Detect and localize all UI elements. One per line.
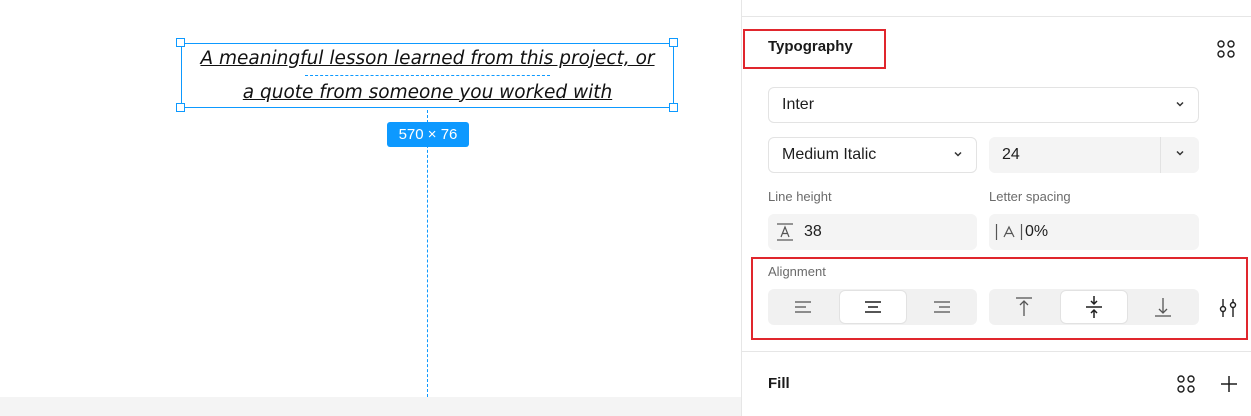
resize-handle-top-right[interactable] bbox=[669, 38, 678, 47]
font-size-dropdown-icon[interactable] bbox=[1175, 147, 1185, 161]
divider bbox=[742, 351, 1251, 352]
horizontal-alignment-group bbox=[768, 289, 977, 325]
divider bbox=[1160, 137, 1161, 173]
align-bottom-button[interactable] bbox=[1130, 290, 1196, 324]
font-family-select[interactable]: Inter bbox=[768, 87, 1199, 123]
align-center-button[interactable] bbox=[839, 290, 907, 324]
text-settings-icon[interactable] bbox=[1216, 296, 1240, 320]
text-styles-icon[interactable] bbox=[1214, 37, 1238, 61]
align-right-button[interactable] bbox=[909, 290, 975, 324]
color-styles-icon[interactable] bbox=[1174, 372, 1198, 396]
align-top-button[interactable] bbox=[991, 290, 1057, 324]
line-height-icon bbox=[776, 222, 794, 242]
resize-handle-top-left[interactable] bbox=[176, 38, 185, 47]
center-guide-line bbox=[427, 110, 428, 397]
font-style-select[interactable]: Medium Italic bbox=[768, 137, 977, 173]
align-middle-button[interactable] bbox=[1060, 290, 1128, 324]
line-height-label: Line height bbox=[768, 189, 832, 204]
properties-panel: Typography Inter Medium Italic 24 Line h… bbox=[741, 0, 1251, 416]
align-left-button[interactable] bbox=[770, 290, 836, 324]
font-size-input[interactable]: 24 bbox=[989, 137, 1199, 173]
letter-spacing-label: Letter spacing bbox=[989, 189, 1071, 204]
chevron-down-icon bbox=[953, 148, 963, 162]
resize-handle-bottom-right[interactable] bbox=[669, 103, 678, 112]
typography-title: Typography bbox=[768, 38, 853, 55]
font-size-value: 24 bbox=[1002, 146, 1020, 163]
chevron-down-icon bbox=[1175, 98, 1185, 112]
canvas-scroll-area bbox=[0, 397, 741, 416]
selection-box[interactable] bbox=[181, 43, 674, 108]
resize-handle-bottom-left[interactable] bbox=[176, 103, 185, 112]
font-family-value: Inter bbox=[782, 96, 815, 113]
letter-spacing-input[interactable]: 0% bbox=[989, 214, 1199, 250]
line-height-input[interactable]: 38 bbox=[768, 214, 977, 250]
vertical-alignment-group bbox=[989, 289, 1199, 325]
add-fill-icon[interactable] bbox=[1217, 372, 1241, 396]
letter-spacing-icon bbox=[995, 222, 1023, 242]
alignment-label: Alignment bbox=[768, 264, 826, 279]
fill-title: Fill bbox=[768, 375, 790, 392]
letter-spacing-value: 0% bbox=[1025, 223, 1049, 240]
divider bbox=[742, 16, 1251, 17]
font-style-value: Medium Italic bbox=[782, 146, 877, 163]
design-canvas[interactable]: A meaningful lesson learned from this pr… bbox=[0, 0, 741, 416]
line-height-value: 38 bbox=[804, 223, 822, 240]
dimension-badge: 570 × 76 bbox=[387, 122, 469, 147]
